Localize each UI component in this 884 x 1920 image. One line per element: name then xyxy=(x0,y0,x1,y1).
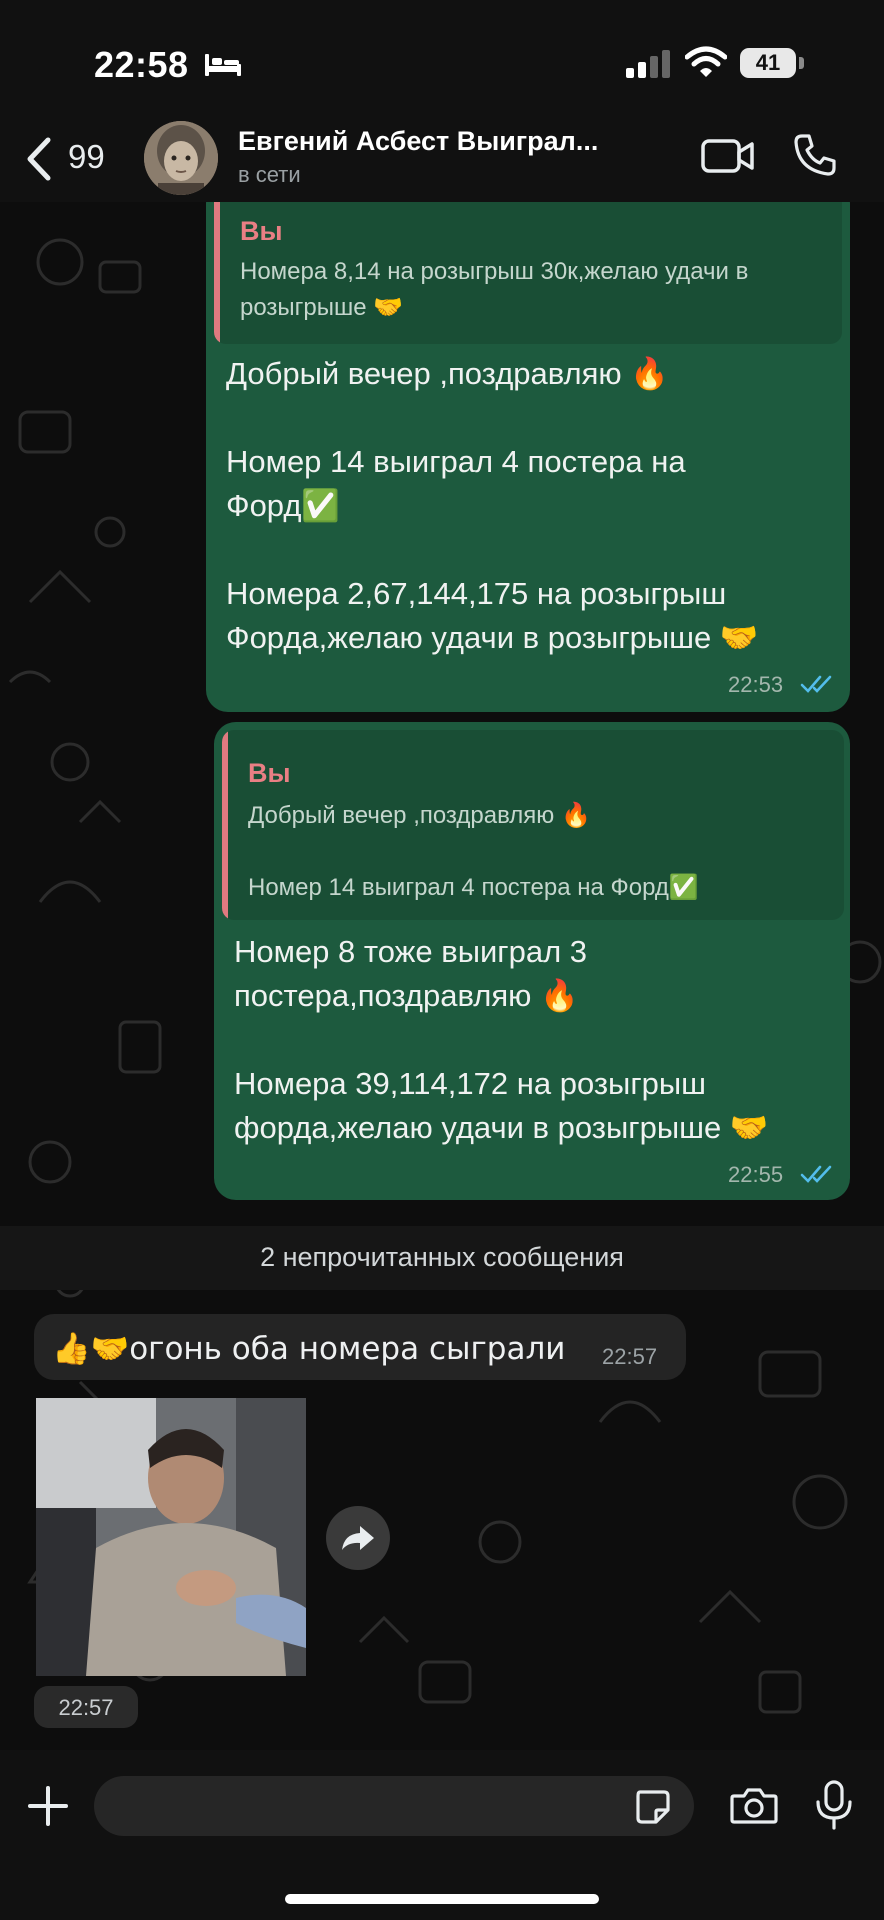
chat-area[interactable]: Вы Номера 8,14 на розыгрыш 30к,желаю уда… xyxy=(0,202,884,1750)
call-icon[interactable] xyxy=(792,132,838,178)
quote-text: Номера 8,14 на розыгрыш 30к,желаю удачи … xyxy=(240,258,749,321)
contact-status: в сети xyxy=(238,162,301,187)
message-time: 22:53 xyxy=(728,672,784,697)
media-video-thumbnail[interactable] xyxy=(36,1398,306,1676)
quote-text: Добрый вечер ,поздравляю 🔥 Номер 14 выиг… xyxy=(248,802,699,901)
reply-quote[interactable]: Вы Номера 8,14 на розыгрыш 30к,желаю уда… xyxy=(214,202,842,344)
bed-icon xyxy=(205,54,241,76)
quote-accent-bar xyxy=(214,202,220,344)
contact-name[interactable]: Евгений Асбест Выиграл... xyxy=(238,126,598,157)
read-checks-icon xyxy=(800,675,832,693)
battery-nub xyxy=(799,57,804,69)
unread-divider: 2 непрочитанных сообщения xyxy=(0,1226,884,1290)
status-bar: 22:58 41 xyxy=(0,0,884,118)
status-time: 22:58 xyxy=(94,44,189,85)
camera-icon[interactable] xyxy=(730,1786,778,1826)
chat-header: 99 Евгений Асбест Выиграл... в сети xyxy=(0,118,884,202)
outgoing-message[interactable]: Вы Добрый вечер ,поздравляю 🔥 Номер 14 в… xyxy=(214,722,850,1200)
forward-icon xyxy=(342,1526,374,1550)
message-input[interactable] xyxy=(94,1776,694,1836)
battery-indicator: 41 xyxy=(740,48,796,78)
avatar[interactable] xyxy=(144,121,218,195)
quote-accent-bar xyxy=(222,730,228,920)
reply-quote[interactable]: Вы Добрый вечер ,поздравляю 🔥 Номер 14 в… xyxy=(222,730,844,920)
sticker-icon[interactable] xyxy=(634,1788,672,1826)
forward-button[interactable] xyxy=(326,1506,390,1570)
message-time: 22:57 xyxy=(602,1344,658,1369)
wifi-icon xyxy=(685,46,727,77)
video-icon[interactable] xyxy=(700,136,756,176)
back-icon[interactable] xyxy=(24,136,54,182)
unread-divider-text: 2 непрочитанных сообщения xyxy=(260,1242,624,1272)
home-indicator xyxy=(285,1894,599,1904)
outgoing-message[interactable]: Вы Номера 8,14 на розыгрыш 30к,желаю уда… xyxy=(206,202,850,712)
signal-icon xyxy=(626,50,670,78)
back-count[interactable]: 99 xyxy=(68,138,105,176)
media-time: 22:57 xyxy=(58,1695,114,1720)
media-time-badge: 22:57 xyxy=(34,1686,138,1728)
quote-author: Вы xyxy=(240,216,283,246)
message-text: 👍🤝огонь оба номера сыграли xyxy=(52,1331,566,1367)
read-checks-icon xyxy=(800,1165,832,1183)
composer-bar xyxy=(0,1750,884,1920)
message-text: Номер 8 тоже выиграл 3 постера,поздравля… xyxy=(234,934,769,1145)
plus-icon[interactable] xyxy=(26,1784,70,1828)
message-text: Добрый вечер ,поздравляю 🔥 Номер 14 выиг… xyxy=(226,356,759,655)
mic-icon[interactable] xyxy=(814,1780,854,1830)
incoming-message[interactable]: 👍🤝огонь оба номера сыграли 22:57 xyxy=(34,1314,686,1380)
quote-author: Вы xyxy=(248,758,291,788)
message-time: 22:55 xyxy=(728,1162,784,1187)
